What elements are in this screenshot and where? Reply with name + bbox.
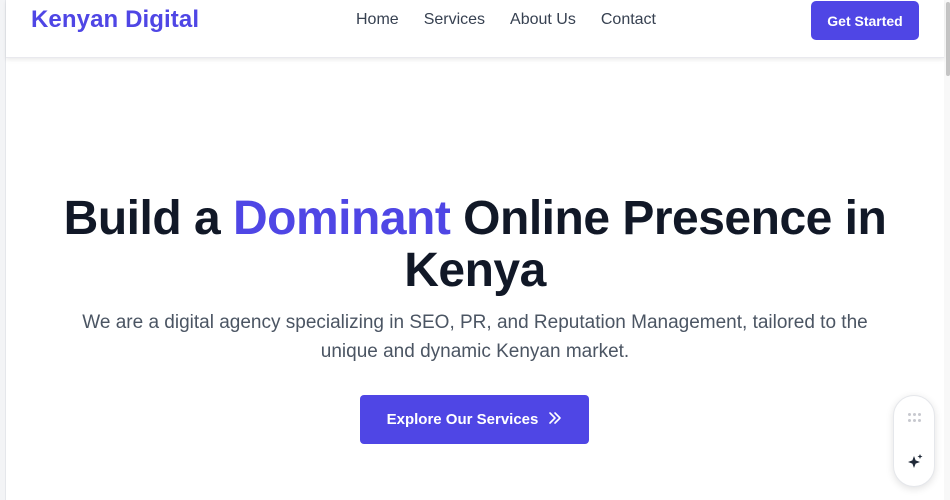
hero-headline: Build a Dominant Online Presence in Keny… bbox=[6, 193, 944, 297]
explore-services-label: Explore Our Services bbox=[386, 411, 539, 428]
nav-link-about-us[interactable]: About Us bbox=[510, 11, 576, 29]
main-nav: Home Services About Us Contact bbox=[356, 11, 681, 29]
hero-subheadline: We are a digital agency specializing in … bbox=[82, 312, 868, 362]
nav-link-services[interactable]: Services bbox=[424, 11, 485, 29]
get-started-button[interactable]: Get Started bbox=[811, 1, 919, 40]
sparkle-icon[interactable] bbox=[905, 452, 925, 472]
site-header: Kenyan Digital Home Services About Us Co… bbox=[6, 0, 944, 58]
drag-handle-icon[interactable] bbox=[908, 413, 922, 423]
explore-services-button[interactable]: Explore Our Services bbox=[360, 395, 589, 444]
scrollbar-thumb[interactable] bbox=[946, 2, 950, 76]
headline-accent-word: Dominant bbox=[233, 192, 451, 245]
brand-logo-text[interactable]: Kenyan Digital bbox=[31, 6, 199, 34]
headline-text-end: Online Presence in Kenya bbox=[404, 192, 887, 297]
hero-section: Build a Dominant Online Presence in Keny… bbox=[6, 58, 944, 500]
nav-link-home[interactable]: Home bbox=[356, 11, 399, 29]
page-scrollbar[interactable] bbox=[944, 0, 950, 500]
headline-text-start: Build a bbox=[63, 192, 233, 245]
nav-link-contact[interactable]: Contact bbox=[601, 11, 656, 29]
floating-assistant-widget[interactable] bbox=[893, 395, 935, 487]
chevrons-right-icon bbox=[548, 410, 562, 430]
